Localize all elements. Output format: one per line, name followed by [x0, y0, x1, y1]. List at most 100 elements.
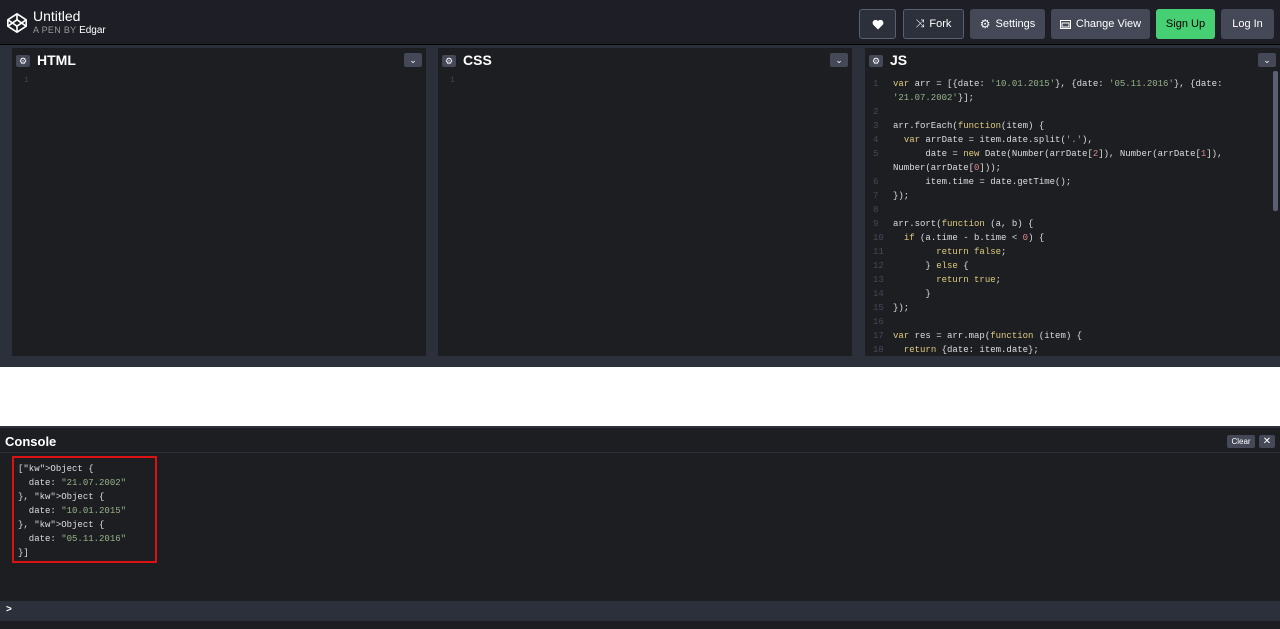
code-line: Number(arrDate[0])); — [873, 161, 1222, 175]
console-line: date: "05.11.2016" — [18, 534, 127, 544]
line-number: 15 — [873, 303, 884, 313]
log-in-button[interactable]: Log In — [1221, 9, 1274, 39]
heart-icon — [872, 19, 883, 29]
js-collapse-chevron-down-icon[interactable]: ⌄ — [1258, 53, 1276, 67]
layout-icon — [1059, 19, 1071, 29]
pen-title-block: Untitled A PEN BY Edgar — [33, 8, 106, 37]
code-line: 2 — [873, 105, 1222, 119]
editor-resize-bar[interactable] — [0, 356, 1280, 367]
js-editor-title: JS — [890, 52, 908, 68]
author-link[interactable]: Edgar — [79, 25, 106, 36]
code-line: 18 return {date: item.date}; — [873, 343, 1222, 357]
pen-byline: A PEN BY Edgar — [33, 24, 106, 37]
settings-label: Settings — [995, 18, 1036, 30]
console-line: ["kw">Object { — [18, 464, 94, 474]
code-text: return false; — [936, 247, 1007, 257]
console-line: }] — [18, 548, 29, 558]
console-line: }, "kw">Object { — [18, 520, 105, 530]
code-text: }); — [893, 303, 910, 313]
js-editor-header: ⚙ JS ⌄ — [865, 45, 1280, 69]
code-text: '21.07.2002'}]; — [893, 93, 975, 103]
js-editor: ⚙ JS ⌄ 1 var arr = [{date: '10.01.2015'},… — [865, 45, 1280, 356]
line-number: 5 — [873, 149, 879, 159]
html-code-area[interactable]: 1 — [12, 69, 426, 356]
css-collapse-chevron-down-icon[interactable]: ⌄ — [830, 53, 848, 67]
settings-button[interactable]: ⚙ Settings — [970, 9, 1045, 39]
code-text: } else { — [893, 261, 969, 271]
html-settings-gear-icon[interactable]: ⚙ — [16, 55, 30, 67]
console-output: ["kw">Object { date: "21.07.2002" }, "kw"… — [12, 456, 157, 563]
line-number: 8 — [873, 205, 879, 215]
js-code-area[interactable]: 1 var arr = [{date: '10.01.2015'}, {date:… — [865, 69, 1280, 356]
html-collapse-chevron-down-icon[interactable]: ⌄ — [404, 53, 422, 67]
code-line: 4 var arrDate = item.date.split('.'), — [873, 133, 1222, 147]
console-line: date: "21.07.2002" — [18, 478, 127, 488]
heart-button[interactable] — [859, 9, 896, 39]
line-number: 3 — [873, 121, 879, 131]
code-line: 3 arr.forEach(function(item) { — [873, 119, 1222, 133]
css-settings-gear-icon[interactable]: ⚙ — [442, 55, 456, 67]
fork-label: Fork — [929, 18, 952, 30]
change-view-button[interactable]: Change View — [1051, 9, 1150, 39]
html-editor-header: ⚙ HTML ⌄ — [12, 45, 426, 69]
code-line: 13 return true; — [873, 273, 1222, 287]
code-text: arr.sort(function (a, b) { — [893, 219, 1034, 229]
css-code-area[interactable]: 1 — [438, 69, 852, 356]
code-text: date = new Date(Number(arrDate[2]), Numb… — [893, 149, 1223, 159]
gear-icon: ⚙ — [979, 17, 991, 31]
js-settings-gear-icon[interactable]: ⚙ — [869, 55, 883, 67]
code-line: 8 — [873, 203, 1222, 217]
code-line: 16 — [873, 315, 1222, 329]
change-view-label: Change View — [1075, 18, 1142, 30]
sign-up-button[interactable]: Sign Up — [1156, 9, 1215, 39]
code-text: var res = arr.map(function (item) { — [893, 331, 1083, 341]
header: Untitled A PEN BY Edgar ⤨ Fork ⚙ Setting… — [0, 0, 1280, 45]
line-number: 12 — [873, 261, 884, 271]
code-line: 1 var arr = [{date: '10.01.2015'}, {date:… — [873, 77, 1222, 91]
line-number: 4 — [873, 135, 879, 145]
code-line: 11 return false; — [873, 245, 1222, 259]
code-line: 7}); — [873, 189, 1222, 203]
code-line: 15}); — [873, 301, 1222, 315]
html-editor: ⚙ HTML ⌄ 1 — [12, 45, 426, 356]
line-number: 14 — [873, 289, 884, 299]
code-text: }); — [893, 191, 910, 201]
line-number: 1 — [450, 76, 455, 85]
footer-bar — [0, 621, 1280, 629]
line-number: 17 — [873, 331, 884, 341]
css-editor-header: ⚙ CSS ⌄ — [438, 45, 852, 69]
codepen-logo-icon[interactable] — [6, 12, 28, 34]
code-text: Number(arrDate[0])); — [893, 163, 1002, 173]
line-number: 9 — [873, 219, 879, 229]
code-text: if (a.time - b.time < 0) { — [903, 233, 1045, 243]
code-line: '21.07.2002'}]; — [873, 91, 1222, 105]
code-line: 6 item.time = date.getTime(); — [873, 175, 1222, 189]
pen-by-label: A PEN BY — [33, 25, 77, 35]
code-text: return {date: item.date}; — [903, 345, 1039, 355]
line-number: 18 — [873, 345, 884, 355]
code-line: 17 var res = arr.map(function (item) { — [873, 329, 1222, 343]
html-editor-title: HTML — [37, 52, 76, 68]
line-number: 1 — [24, 76, 29, 85]
console-line: }, "kw">Object { — [18, 492, 105, 502]
pen-title[interactable]: Untitled — [33, 8, 106, 24]
console-prompt: > — [6, 604, 12, 615]
code-line: 5 date = new Date(Number(arrDate[2]), Nu… — [873, 147, 1222, 161]
result-preview[interactable] — [0, 367, 1280, 426]
code-text: var arr = [{date: '10.01.2015'}, {date: … — [893, 79, 1223, 89]
js-scrollbar[interactable] — [1273, 71, 1278, 211]
line-number: 10 — [873, 233, 884, 243]
line-number: 11 — [873, 247, 884, 257]
fork-icon: ⤨ — [915, 17, 925, 30]
code-text: } — [893, 289, 931, 299]
console-clear-button[interactable]: Clear — [1227, 435, 1255, 448]
code-line: 14 } — [873, 287, 1222, 301]
line-number: 13 — [873, 275, 884, 285]
js-code: 1 var arr = [{date: '10.01.2015'}, {date:… — [873, 77, 1222, 357]
line-number: 2 — [873, 107, 879, 117]
console-input-bar[interactable]: > — [0, 601, 1280, 621]
fork-button[interactable]: ⤨ Fork — [903, 9, 964, 39]
code-text: item.time = date.getTime(); — [893, 177, 1072, 187]
line-number: 7 — [873, 191, 879, 201]
console-close-icon[interactable]: ✕ — [1259, 435, 1275, 448]
